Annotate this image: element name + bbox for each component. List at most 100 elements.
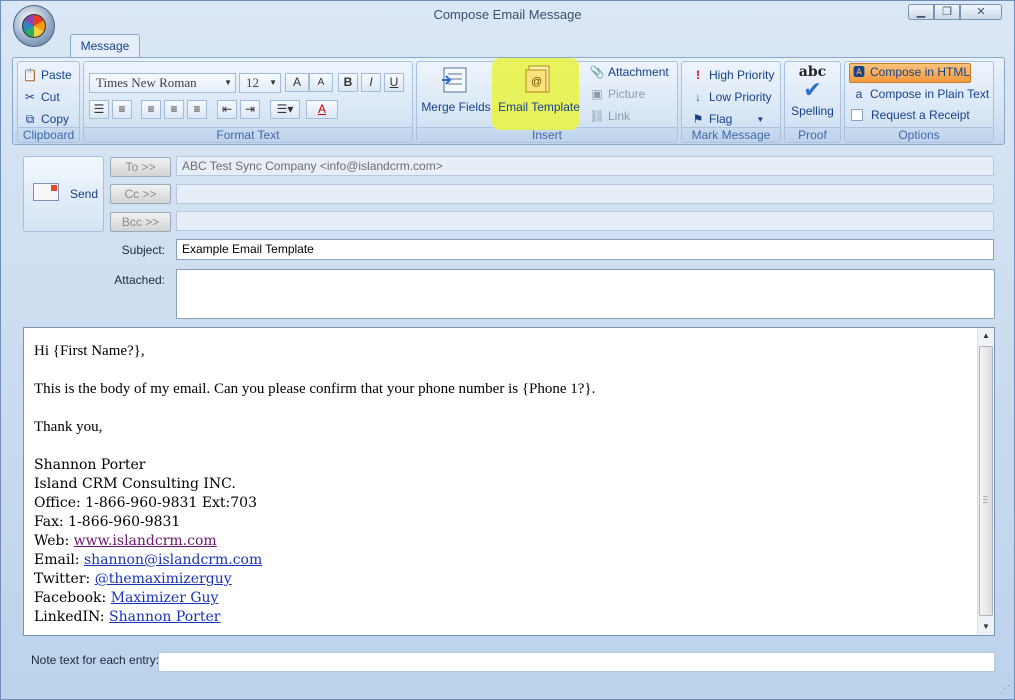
paperclip-icon: 📎 [589, 65, 605, 79]
email-link[interactable]: shannon@islandcrm.com [84, 552, 262, 568]
align-right-icon: ≡ [193, 102, 201, 116]
email-template-button[interactable]: @ Email Template [497, 64, 581, 114]
increase-indent-button[interactable]: ⇥ [240, 100, 260, 119]
font-name-value: Times New Roman [96, 75, 197, 90]
to-button[interactable]: To >> [110, 157, 171, 177]
cc-field[interactable] [176, 184, 994, 204]
paste-icon: 📋 [22, 68, 38, 82]
to-field[interactable]: ABC Test Sync Company <info@islandcrm.co… [176, 156, 994, 176]
low-priority-button[interactable]: ↓ Low Priority [690, 88, 772, 106]
scissors-icon: ✂ [24, 90, 36, 104]
app-orb-button[interactable] [13, 5, 55, 47]
close-button[interactable]: ✕ [960, 4, 1002, 20]
font-size-value: 12 [246, 75, 259, 90]
high-priority-button[interactable]: ! High Priority [690, 66, 774, 84]
picture-button[interactable]: ▣ Picture [589, 85, 645, 103]
window-title: Compose Email Message [433, 7, 582, 22]
paste-label: Paste [41, 68, 72, 82]
bcc-field[interactable] [176, 211, 994, 231]
spelling-button[interactable]: abc ✔ Spelling [785, 64, 840, 118]
mark-message-group-label: Mark Message [682, 127, 780, 142]
font-size-combo[interactable]: 12 ▼ [239, 73, 281, 93]
decrease-indent-button[interactable]: ⇤ [217, 100, 237, 119]
cut-button[interactable]: ✂ Cut [22, 88, 60, 106]
cc-button[interactable]: Cc >> [110, 184, 171, 204]
scroll-up-icon[interactable]: ▲ [978, 328, 994, 344]
checkbox-icon [851, 109, 863, 121]
compose-plain-text-button[interactable]: a Compose in Plain Text [851, 85, 990, 103]
checkmark-icon: ✔ [803, 77, 822, 102]
attached-field[interactable] [176, 269, 995, 319]
link-icon: ⛓ [589, 109, 605, 123]
flag-button[interactable]: ⚑ Flag ▼ [690, 110, 765, 128]
bcc-button[interactable]: Bcc >> [110, 212, 171, 232]
merge-fields-label: Merge Fields [421, 100, 491, 114]
align-center-button[interactable]: ≡ [164, 100, 184, 119]
bullets-button[interactable]: ☰ [89, 100, 109, 119]
align-left-button[interactable]: ≡ [141, 100, 161, 119]
picture-icon: ▣ [591, 87, 603, 101]
shrink-font-icon: A [317, 77, 325, 88]
numbering-button[interactable]: ≡ [112, 100, 132, 119]
minimize-button[interactable]: ▁ [908, 4, 934, 20]
font-color-button[interactable]: A [306, 100, 338, 119]
high-priority-icon: ! [696, 68, 700, 82]
low-priority-label: Low Priority [709, 90, 772, 104]
message-body-editor[interactable]: Hi {First Name?}, This is the body of my… [23, 327, 995, 636]
shrink-font-button[interactable]: A [309, 73, 333, 92]
compose-html-label-row[interactable]: 🅰 Compose in HTML [851, 63, 970, 81]
scroll-down-icon[interactable]: ▼ [978, 619, 994, 635]
restore-button[interactable]: ❐ [934, 4, 960, 20]
attachment-label: Attachment [608, 65, 669, 79]
clipboard-group: 📋 Paste ✂ Cut ⧉ Copy Clipboard [17, 61, 80, 143]
underline-button[interactable]: U [384, 73, 404, 92]
link-button[interactable]: ⛓ Link [589, 107, 630, 125]
dropdown-arrow-icon: ▼ [224, 78, 232, 87]
signature-facebook-row: Facebook: Maximizer Guy [34, 589, 595, 608]
font-name-combo[interactable]: Times New Roman ▼ [89, 73, 236, 93]
note-text-label: Note text for each entry: [31, 653, 160, 667]
resize-grip-icon[interactable]: ⋰ [1000, 684, 1010, 695]
app-logo-icon [22, 14, 46, 38]
twitter-link[interactable]: @themaximizerguy [95, 571, 232, 587]
compose-plain-label: Compose in Plain Text [870, 87, 990, 101]
grow-font-button[interactable]: A [285, 73, 309, 92]
italic-button[interactable]: I [361, 73, 381, 92]
italic-icon: I [369, 75, 373, 89]
signature-email-row: Email: shannon@islandcrm.com [34, 551, 595, 570]
merge-fields-button[interactable]: Merge Fields [421, 64, 491, 114]
note-text-field[interactable] [158, 652, 995, 672]
tab-message[interactable]: Message [70, 34, 140, 58]
send-button[interactable]: Send [23, 156, 104, 232]
format-text-group: Times New Roman ▼ 12 ▼ A A B I U ☰ ≡ ≡ ≡ ≡… [83, 61, 413, 143]
low-priority-icon: ↓ [695, 90, 701, 104]
link-label: Link [608, 109, 631, 123]
copy-button[interactable]: ⧉ Copy [22, 110, 69, 128]
scroll-thumb[interactable]: – – – [979, 346, 993, 616]
closing-line: Thank you, [34, 419, 103, 435]
proof-group-label: Proof [785, 127, 840, 142]
font-color-icon: A [317, 102, 326, 116]
line-spacing-icon: ☰▾ [276, 102, 294, 116]
copy-label: Copy [41, 112, 70, 126]
align-center-icon: ≡ [170, 102, 178, 116]
line-spacing-button[interactable]: ☰▾ [270, 100, 300, 119]
compose-html-label: Compose in HTML [870, 65, 971, 79]
web-label: Web: [34, 533, 74, 549]
signature-block: Shannon Porter Island CRM Consulting INC… [34, 456, 595, 627]
dropdown-arrow-icon: ▼ [269, 78, 277, 87]
facebook-link[interactable]: Maximizer Guy [111, 590, 219, 606]
bold-button[interactable]: B [338, 73, 358, 92]
paste-button[interactable]: 📋 Paste [22, 66, 72, 84]
web-link[interactable]: www.islandcrm.com [74, 533, 217, 549]
signature-office: Office: 1-866-960-9831 Ext:703 [34, 495, 257, 511]
attachment-button[interactable]: 📎 Attachment [589, 63, 669, 81]
align-right-button[interactable]: ≡ [187, 100, 207, 119]
linkedin-link[interactable]: Shannon Porter [109, 609, 220, 625]
request-receipt-checkbox[interactable]: Request a Receipt [851, 106, 970, 124]
message-body-content: Hi {First Name?}, This is the body of my… [34, 342, 595, 627]
signature-company: Island CRM Consulting INC. [34, 476, 236, 492]
subject-field[interactable]: Example Email Template [176, 239, 994, 260]
body-scrollbar[interactable]: ▲ – – – ▼ [977, 328, 994, 635]
facebook-label: Facebook: [34, 590, 111, 606]
